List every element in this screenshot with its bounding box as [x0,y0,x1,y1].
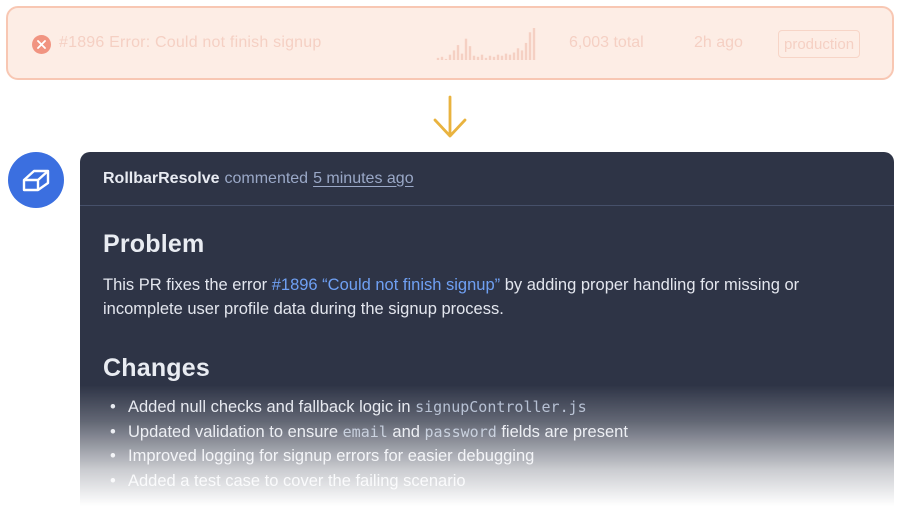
change-text: Updated validation to ensure [128,422,343,441]
sparkline-bar [512,52,516,60]
sparkline-bar [524,42,528,60]
issue-link[interactable]: #1896 “Could not finish signup” [272,276,500,294]
avatar[interactable] [8,152,64,208]
occurrence-total: 6,003 total [569,34,644,51]
sparkline-bar [504,53,508,60]
changes-list: Added null checks and fallback logic in … [103,395,871,493]
sparkline-bar [460,53,464,60]
comment-header: RollbarResolve commented 5 minutes ago [80,152,894,206]
sparkline-bar [484,57,488,60]
pr-comment-card: RollbarResolve commented 5 minutes ago P… [80,152,894,506]
comment-author[interactable]: RollbarResolve [103,170,219,188]
change-text: Added a test case to cover the failing s… [128,471,466,490]
sparkline-bar [520,50,524,60]
problem-text-before: This PR fixes the error [103,276,272,294]
sparkline-bar [436,57,440,60]
comment-action: commented [224,169,309,187]
sparkline-bar [500,55,504,60]
sparkline-bar [456,45,460,60]
list-item: Added null checks and fallback logic in … [103,395,871,420]
problem-paragraph: This PR fixes the error #1896 “Could not… [103,273,871,321]
sparkline-bar [448,54,452,60]
sparkline-bar [468,46,472,60]
sparkline-bar [472,55,476,60]
sparkline-bar [480,54,484,60]
occurrence-sparkline [436,28,536,60]
comment-time-link[interactable]: 5 minutes ago [313,170,414,188]
error-age: 2h ago [694,34,743,51]
sparkline-bar [508,54,512,60]
comment-body: Problem This PR fixes the error #1896 “C… [80,230,894,493]
error-item-bar[interactable]: #1896 Error: Could not finish signup 6,0… [6,6,894,80]
sparkline-bar [528,32,532,60]
sparkline-bar [440,56,444,60]
error-title[interactable]: #1896 Error: Could not finish signup [59,34,321,52]
change-text: Added null checks and fallback logic in [128,398,416,416]
sparkline-bar [532,28,536,60]
sparkline-bar [496,54,500,60]
list-item: Improved logging for signup errors for e… [103,444,871,469]
inline-code: password [424,422,497,441]
list-item: Added a test case to cover the failing s… [103,469,871,494]
change-text: and [387,422,425,441]
sparkline-bar [516,48,520,60]
list-item: Updated validation to ensure email and p… [103,420,871,445]
arrow-down-icon [433,95,467,138]
change-text: fields are present [496,422,628,441]
sparkline-bar [452,50,456,60]
environment-badge: production [778,30,861,58]
change-text: Improved logging for signup errors for e… [128,447,535,465]
problem-heading: Problem [103,230,205,258]
sparkline-bar [464,38,468,60]
sparkline-bar [444,58,448,60]
sparkline-bar [476,56,480,60]
sparkline-bar [488,55,492,60]
changes-heading: Changes [103,354,210,382]
rollbar-logo-icon [22,169,50,192]
inline-code: signupController.js [415,398,587,416]
inline-code: email [342,422,388,441]
error-close-icon [32,35,51,54]
sparkline-bar [492,56,496,60]
